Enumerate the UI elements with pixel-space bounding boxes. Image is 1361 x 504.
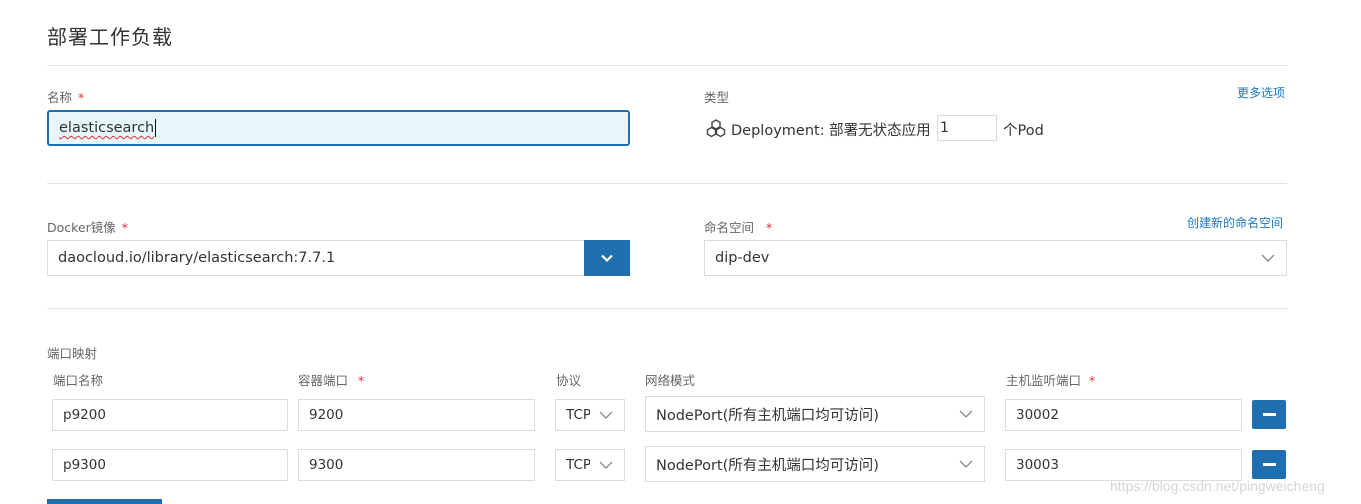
port-name-input[interactable]: p9300 [52, 449, 288, 481]
chevron-down-icon [1261, 254, 1275, 262]
column-host-port-text: 主机监听端口 [1006, 373, 1082, 388]
required-mark: * [1089, 373, 1096, 388]
watermark-text: https://blog.csdn.net/pingweicheng [1110, 478, 1325, 494]
container-port-input[interactable]: 9300 [298, 449, 535, 481]
column-protocol: 协议 [556, 373, 582, 388]
chevron-down-icon [601, 254, 613, 263]
name-input-value: elasticsearch [59, 120, 155, 136]
namespace-label-text: 命名空间 [704, 220, 755, 235]
protocol-select[interactable]: TCP [555, 399, 625, 431]
name-input[interactable]: elasticsearch [47, 110, 630, 146]
container-port-input[interactable]: 9200 [298, 399, 535, 431]
chevron-down-icon [959, 410, 973, 418]
port-name-input[interactable]: p9200 [52, 399, 288, 431]
required-mark: * [766, 220, 773, 235]
protocol-value: TCP [566, 457, 590, 473]
chevron-down-icon [599, 411, 613, 419]
host-port-input[interactable]: 30002 [1005, 399, 1242, 431]
required-mark: * [78, 90, 85, 105]
divider [47, 183, 1287, 184]
image-dropdown-button[interactable] [584, 240, 630, 276]
remove-port-button[interactable] [1252, 400, 1286, 429]
required-mark: * [358, 373, 365, 388]
column-host-port: 主机监听端口 * [1006, 370, 1095, 389]
divider [47, 308, 1287, 309]
minus-icon [1262, 463, 1276, 466]
required-mark: * [121, 220, 129, 235]
protocol-select[interactable]: TCP [555, 449, 625, 481]
name-label-text: 名称 [47, 90, 73, 105]
port-mapping-label: 端口映射 [47, 346, 98, 361]
host-port-input[interactable]: 30003 [1005, 449, 1242, 481]
text-caret [155, 119, 157, 137]
docker-image-label-text: Docker镜像 [47, 220, 116, 235]
name-label: 名称 * [47, 87, 84, 106]
add-port-button[interactable] [47, 499, 162, 504]
remove-port-button[interactable] [1252, 450, 1286, 479]
column-port-name: 端口名称 [53, 373, 104, 388]
chevron-down-icon [599, 461, 613, 469]
namespace-label: 命名空间 * [704, 217, 772, 236]
replica-count-input[interactable]: 1 [937, 115, 997, 141]
create-namespace-link[interactable]: 创建新的命名空间 [1187, 214, 1283, 231]
namespace-select[interactable]: dip-dev [704, 240, 1287, 276]
type-label: 类型 [704, 90, 730, 105]
network-mode-select[interactable]: NodePort(所有主机端口均可访问) [645, 396, 985, 432]
divider [47, 65, 1287, 66]
column-container-port: 容器端口 * [298, 370, 364, 389]
namespace-selected-value: dip-dev [715, 250, 770, 266]
network-mode-value: NodePort(所有主机端口均可访问) [656, 407, 879, 424]
chevron-down-icon [959, 460, 973, 468]
minus-icon [1262, 413, 1276, 416]
replica-unit: 个Pod [1003, 123, 1044, 139]
docker-image-input[interactable]: daocloud.io/library/elasticsearch:7.7.1 [47, 240, 585, 276]
network-mode-value: NodePort(所有主机端口均可访问) [656, 457, 879, 474]
deployment-text: Deployment: 部署无状态应用 [731, 123, 931, 139]
more-options-link[interactable]: 更多选项 [1237, 84, 1285, 101]
deployment-icon [706, 118, 726, 138]
page-title: 部署工作负载 [47, 25, 173, 49]
docker-image-label: Docker镜像 * [47, 217, 128, 236]
column-container-port-text: 容器端口 [298, 373, 349, 388]
network-mode-select[interactable]: NodePort(所有主机端口均可访问) [645, 446, 985, 482]
protocol-value: TCP [566, 407, 590, 423]
column-network-mode: 网络模式 [645, 373, 696, 388]
